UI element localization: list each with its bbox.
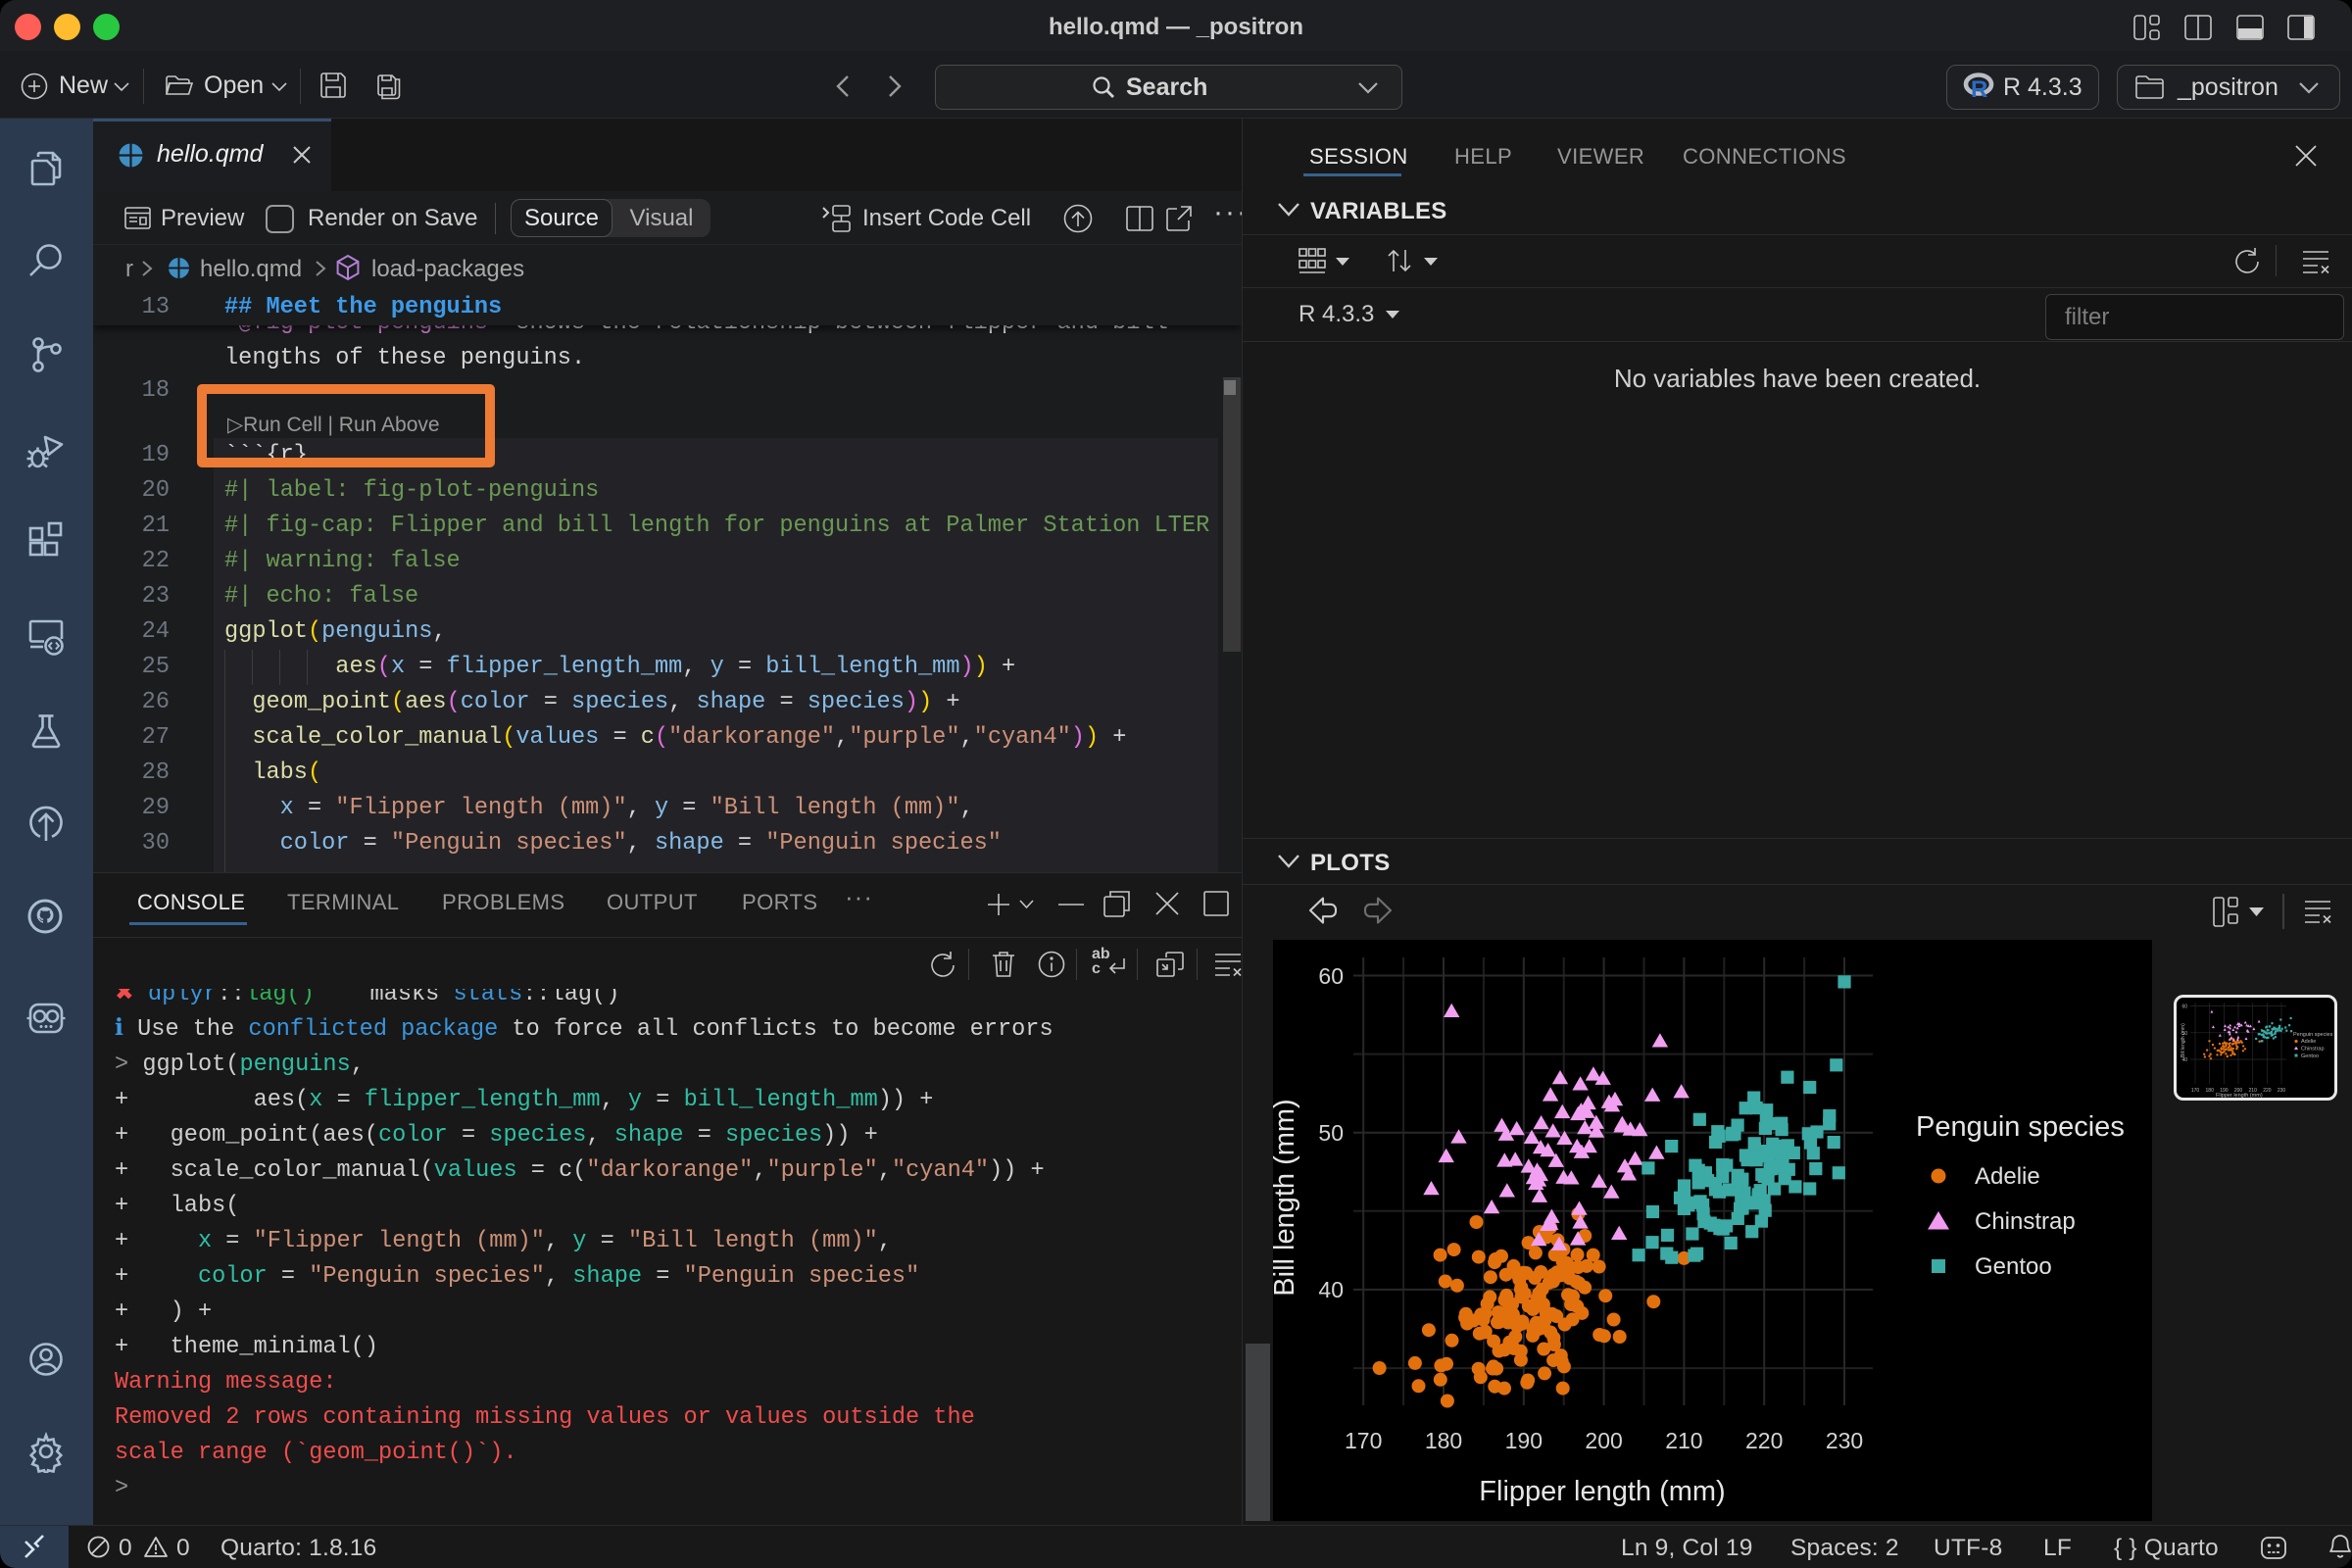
svg-text:210: 210 — [2249, 1088, 2258, 1094]
svg-text:60: 60 — [1318, 963, 1344, 989]
svg-text:Adelie: Adelie — [2301, 1039, 2316, 1045]
svg-text:Bill length (mm): Bill length (mm) — [1273, 1099, 1300, 1296]
svg-text:Gentoo: Gentoo — [1975, 1253, 2052, 1280]
svg-text:Bill length (mm): Bill length (mm) — [2180, 1023, 2186, 1057]
svg-text:200: 200 — [2234, 1088, 2243, 1094]
svg-text:230: 230 — [2278, 1088, 2286, 1094]
svg-text:210: 210 — [1665, 1428, 1702, 1453]
svg-text:190: 190 — [2220, 1088, 2229, 1094]
svg-text:230: 230 — [1826, 1428, 1863, 1453]
svg-text:40: 40 — [1318, 1277, 1344, 1302]
svg-text:170: 170 — [1345, 1428, 1382, 1453]
svg-text:180: 180 — [1425, 1428, 1462, 1453]
svg-text:Adelie: Adelie — [1975, 1163, 2040, 1190]
svg-text:190: 190 — [1505, 1428, 1543, 1453]
svg-text:Chinstrap: Chinstrap — [2301, 1047, 2325, 1053]
svg-text:Chinstrap: Chinstrap — [1975, 1208, 2076, 1235]
svg-text:50: 50 — [2181, 1031, 2187, 1037]
svg-text:Penguin species: Penguin species — [2293, 1032, 2333, 1038]
svg-text:Flipper length (mm): Flipper length (mm) — [1479, 1476, 1725, 1507]
svg-text:180: 180 — [2206, 1088, 2215, 1094]
svg-text:Penguin species: Penguin species — [1916, 1111, 2125, 1143]
svg-text:R: R — [1971, 76, 1987, 103]
svg-text:Gentoo: Gentoo — [2301, 1054, 2319, 1059]
svg-text:60: 60 — [2181, 1004, 2187, 1010]
svg-text:170: 170 — [2191, 1088, 2200, 1094]
svg-text:200: 200 — [1585, 1428, 1622, 1453]
svg-text:220: 220 — [1745, 1428, 1783, 1453]
svg-text:220: 220 — [2263, 1088, 2272, 1094]
svg-text:50: 50 — [1318, 1120, 1344, 1146]
svg-text:40: 40 — [2181, 1057, 2187, 1063]
